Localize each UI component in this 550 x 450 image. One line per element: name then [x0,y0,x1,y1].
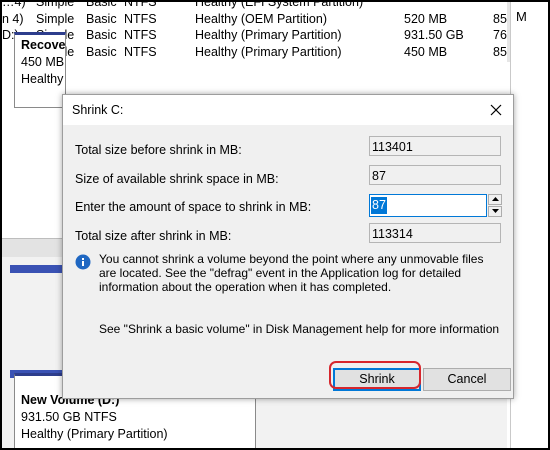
cell-kind: Basic [86,45,117,59]
dialog-titlebar[interactable]: Shrink C: [63,95,513,125]
cell-status: Healthy (EFI System Partition) [195,0,364,9]
cell-capacity: 450 MB [404,45,448,59]
volume-name: Recove [21,38,66,52]
total-after-label: Total size after shrink in MB: [75,229,232,243]
total-after-value: 113314 [369,223,501,243]
table-row[interactable]: Simple Basic NTFS Healthy (Primary Parti… [2,45,507,62]
cell-layout: …4) [2,0,26,9]
shrink-dialog: Shrink C: Total size before shrink in MB… [62,94,514,399]
cell-fs: NTFS [124,45,157,59]
disk-bar [10,265,64,273]
cell-fs: NTFS [124,12,157,26]
cell-capacity: 520 MB [404,12,448,26]
table-row[interactable]: …4) Simple Basic NTFS Healthy (EFI Syste… [2,0,507,12]
cell-type: Simple [36,0,75,9]
cell-status: Healthy (OEM Partition) [195,12,327,26]
cell-free: 85 [493,12,507,26]
pane-splitter[interactable] [2,238,62,258]
info-message: You cannot shrink a volume beyond the po… [99,252,484,294]
volume-size: 450 MB [21,55,65,69]
total-before-label: Total size before shrink in MB: [75,143,242,157]
stepper-up-button[interactable] [488,194,502,205]
cell-free: 76 [493,28,507,42]
screenshot-frame: …4) Simple Basic NTFS Healthy (EFI Syste… [0,0,550,450]
shrink-amount-label: Enter the amount of space to shrink in M… [75,200,312,214]
shrink-amount-input[interactable]: 87 [369,194,487,217]
close-icon [490,104,502,116]
volume-status: Healthy (Primary Partition) [21,427,168,441]
shrink-amount-value: 87 [371,197,387,214]
cell-status: Healthy (Primary Partition) [195,45,342,59]
table-row[interactable]: D:) Simple Basic NTFS Healthy (Primary P… [2,28,507,45]
actions-pane: M [510,2,548,448]
shrink-button[interactable]: Shrink [333,368,421,391]
cell-fs: NTFS [124,0,157,9]
close-button[interactable] [485,99,507,121]
dialog-title: Shrink C: [72,103,124,117]
stepper-down-button[interactable] [488,206,502,217]
recovery-volume-block[interactable]: Recove 450 MB Healthy [14,32,66,108]
cancel-button[interactable]: Cancel [423,368,511,391]
cell-kind: Basic [86,28,117,42]
available-space-label: Size of available shrink space in MB: [75,172,279,186]
cell-kind: Basic [86,0,117,9]
cell-type: Simple [36,12,75,26]
shrink-amount-stepper[interactable] [488,194,502,217]
cell-capacity: 931.50 GB [404,28,464,42]
actions-pane-heading: M [516,9,527,24]
cell-free: 85 [493,45,507,59]
cell-kind: Basic [86,12,117,26]
info-icon [75,254,91,270]
available-space-value: 87 [369,165,501,185]
volume-status: Healthy [21,72,64,86]
cell-fs: NTFS [124,28,157,42]
chevron-up-icon [491,197,499,201]
cell-layout: n 4) [2,12,24,26]
chevron-down-icon [491,209,499,213]
total-before-value: 113401 [369,136,501,156]
table-row[interactable]: n 4) Simple Basic NTFS Healthy (OEM Part… [2,12,507,29]
help-message: See "Shrink a basic volume" in Disk Mana… [99,322,500,336]
cell-status: Healthy (Primary Partition) [195,28,342,42]
volume-size: 931.50 GB NTFS [21,410,117,424]
